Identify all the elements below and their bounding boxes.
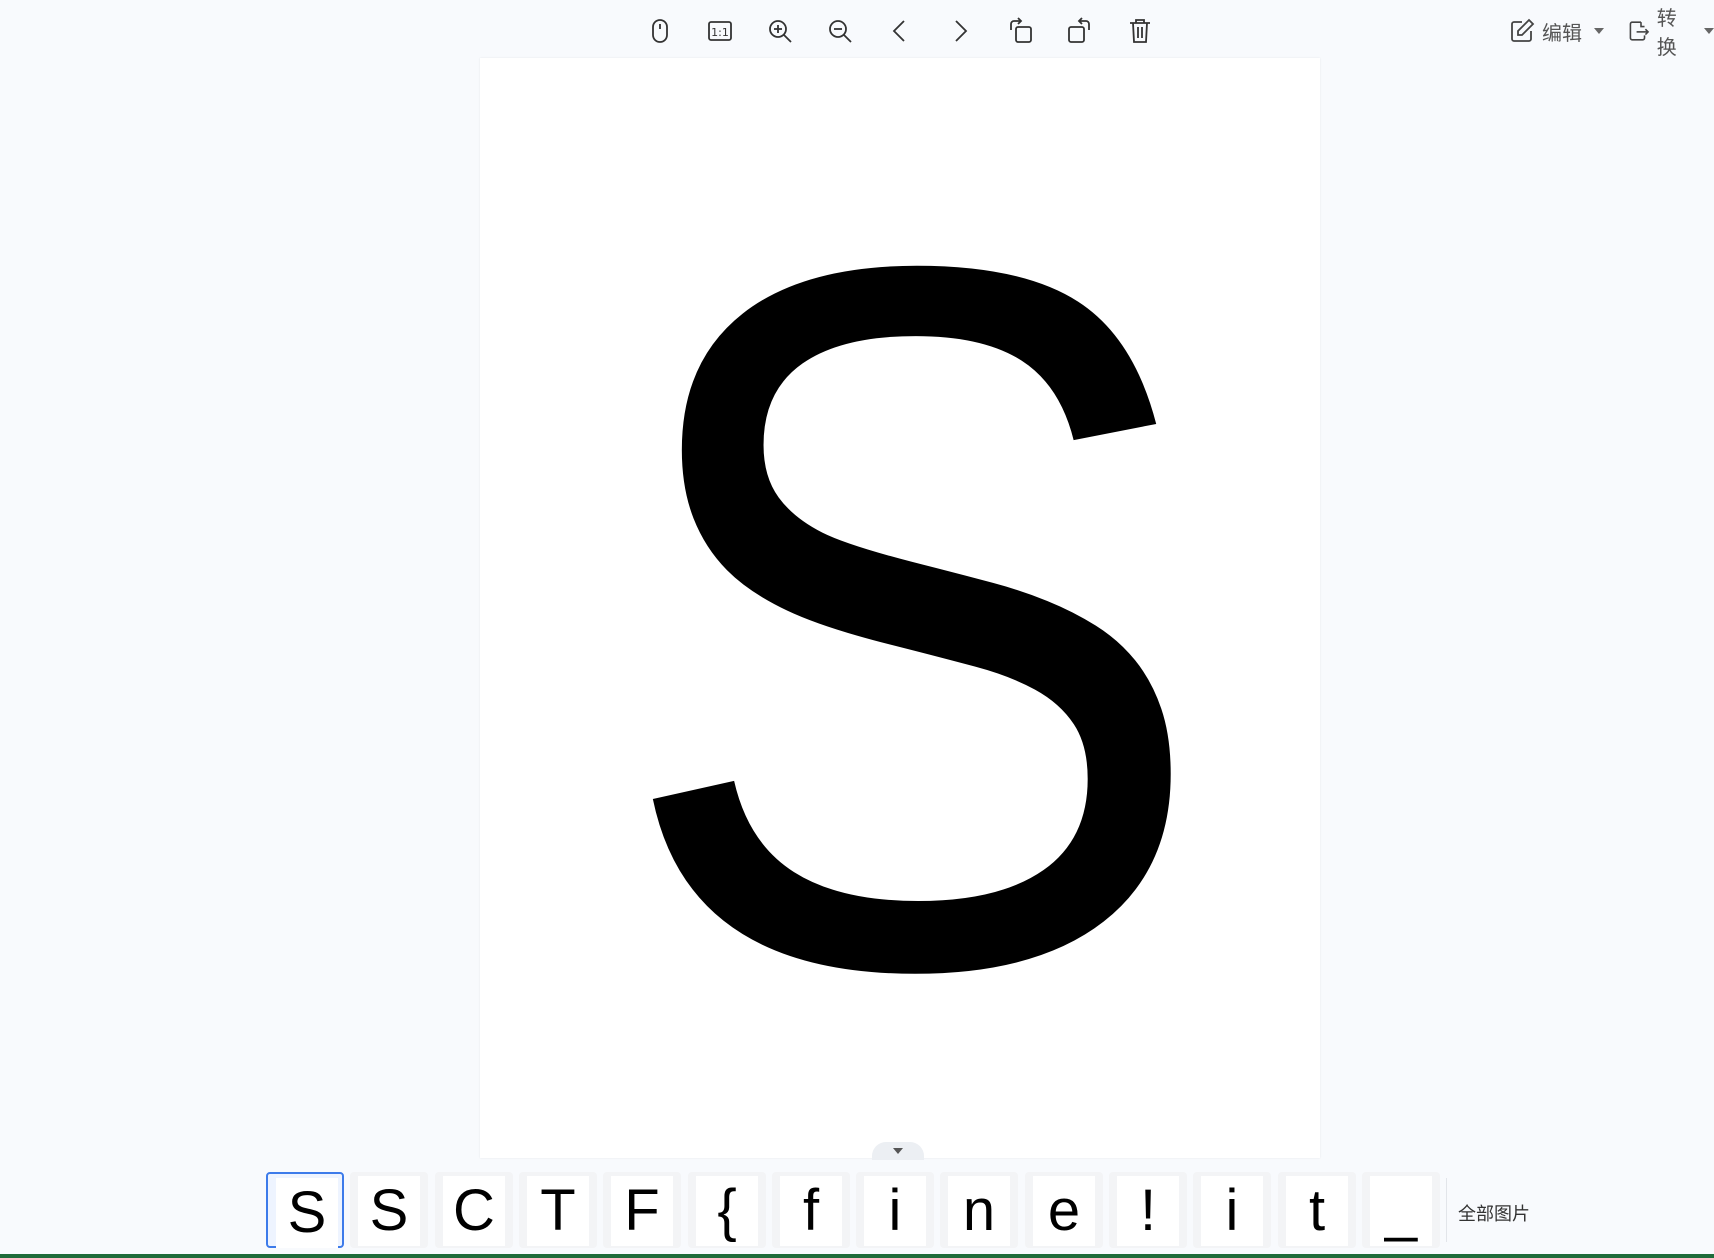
actual-size-icon[interactable]: 1:1 — [702, 13, 738, 49]
edit-button[interactable]: 编辑 — [1508, 14, 1604, 48]
current-glyph-text: S — [612, 59, 1212, 1158]
convert-icon — [1629, 21, 1650, 41]
next-icon[interactable] — [942, 13, 978, 49]
convert-button[interactable]: 转换 — [1626, 8, 1714, 59]
thumbnail-item[interactable]: t — [1278, 1172, 1356, 1248]
thumbnail-item[interactable]: T — [519, 1172, 597, 1248]
thumbnail-item[interactable]: i — [1193, 1172, 1271, 1248]
thumbnail-item[interactable]: i — [856, 1172, 934, 1248]
divider — [1446, 1178, 1447, 1242]
edit-label: 编辑 — [1542, 22, 1582, 45]
current-image-glyph: S — [612, 59, 1212, 1158]
thumbnail-item[interactable]: S — [266, 1172, 344, 1248]
previous-icon[interactable] — [882, 13, 918, 49]
thumbnail-glyph: C — [453, 1178, 495, 1243]
thumbnail-glyph: f — [802, 1178, 820, 1243]
thumbnail-paper: ! — [1117, 1176, 1179, 1246]
thumbnail-paper: _ — [1370, 1176, 1432, 1246]
thumbnail-glyph: { — [717, 1178, 737, 1243]
thumbnail-paper: t — [1286, 1176, 1348, 1246]
zoom-in-icon[interactable] — [762, 13, 798, 49]
thumbnail-glyph: S — [369, 1178, 409, 1243]
top-toolbar: 1:1 编辑 转换 — [0, 0, 1714, 62]
thumbnail-glyph: i — [888, 1178, 902, 1243]
thumbnail-paper: e — [1033, 1176, 1095, 1246]
mouse-mode-icon[interactable] — [642, 13, 678, 49]
all-images-button[interactable]: 全部图片 — [1458, 1200, 1530, 1226]
collapse-thumbnails-button[interactable] — [872, 1142, 924, 1160]
chevron-down-icon — [1594, 28, 1604, 34]
thumbnail-item[interactable]: n — [940, 1172, 1018, 1248]
thumbnail-glyph: i — [1225, 1178, 1239, 1243]
thumbnail-paper: f — [780, 1176, 842, 1246]
thumbnail-item[interactable]: C — [435, 1172, 513, 1248]
chevron-down-icon — [893, 1148, 903, 1154]
thumbnail-glyph: ! — [1139, 1178, 1157, 1243]
chevron-down-icon — [1704, 28, 1714, 34]
rotate-right-icon[interactable] — [1062, 13, 1098, 49]
thumbnail-item[interactable]: f — [772, 1172, 850, 1248]
thumbnail-item[interactable]: { — [688, 1172, 766, 1248]
thumbnail-item[interactable]: e — [1025, 1172, 1103, 1248]
convert-label: 转换 — [1656, 8, 1677, 59]
thumbnail-glyph: e — [1047, 1178, 1081, 1243]
thumbnail-glyph: S — [287, 1180, 327, 1245]
bottom-edge — [0, 1254, 1714, 1258]
thumbnail-paper: S — [276, 1178, 338, 1248]
thumbnail-item[interactable]: F — [603, 1172, 681, 1248]
thumbnail-paper: S — [358, 1176, 420, 1246]
thumbnail-glyph: t — [1308, 1178, 1326, 1243]
rotate-left-icon[interactable] — [1002, 13, 1038, 49]
thumbnail-glyph: F — [624, 1178, 660, 1243]
thumbnail-paper: i — [1201, 1176, 1263, 1246]
zoom-out-icon[interactable] — [822, 13, 858, 49]
actual-size-text: 1:1 — [711, 26, 729, 39]
thumbnail-glyph: _ — [1384, 1178, 1418, 1243]
thumbnail-paper: { — [696, 1176, 758, 1246]
thumbnail-strip: S S C T F{f i n e! i t _ 全部图片 — [0, 1160, 1714, 1258]
thumbnail-item[interactable]: ! — [1109, 1172, 1187, 1248]
delete-icon[interactable] — [1122, 13, 1158, 49]
thumbnail-item[interactable]: S — [350, 1172, 428, 1248]
thumbnail-item[interactable]: _ — [1362, 1172, 1440, 1248]
image-page: S — [480, 58, 1320, 1158]
thumbnail-paper: F — [611, 1176, 673, 1246]
thumbnail-paper: n — [948, 1176, 1010, 1246]
edit-icon — [1511, 18, 1535, 42]
thumbnail-glyph: n — [962, 1178, 996, 1243]
thumbnail-paper: C — [443, 1176, 505, 1246]
thumbnail-glyph: T — [540, 1178, 576, 1243]
thumbnail-paper: T — [527, 1176, 589, 1246]
thumbnail-paper: i — [864, 1176, 926, 1246]
